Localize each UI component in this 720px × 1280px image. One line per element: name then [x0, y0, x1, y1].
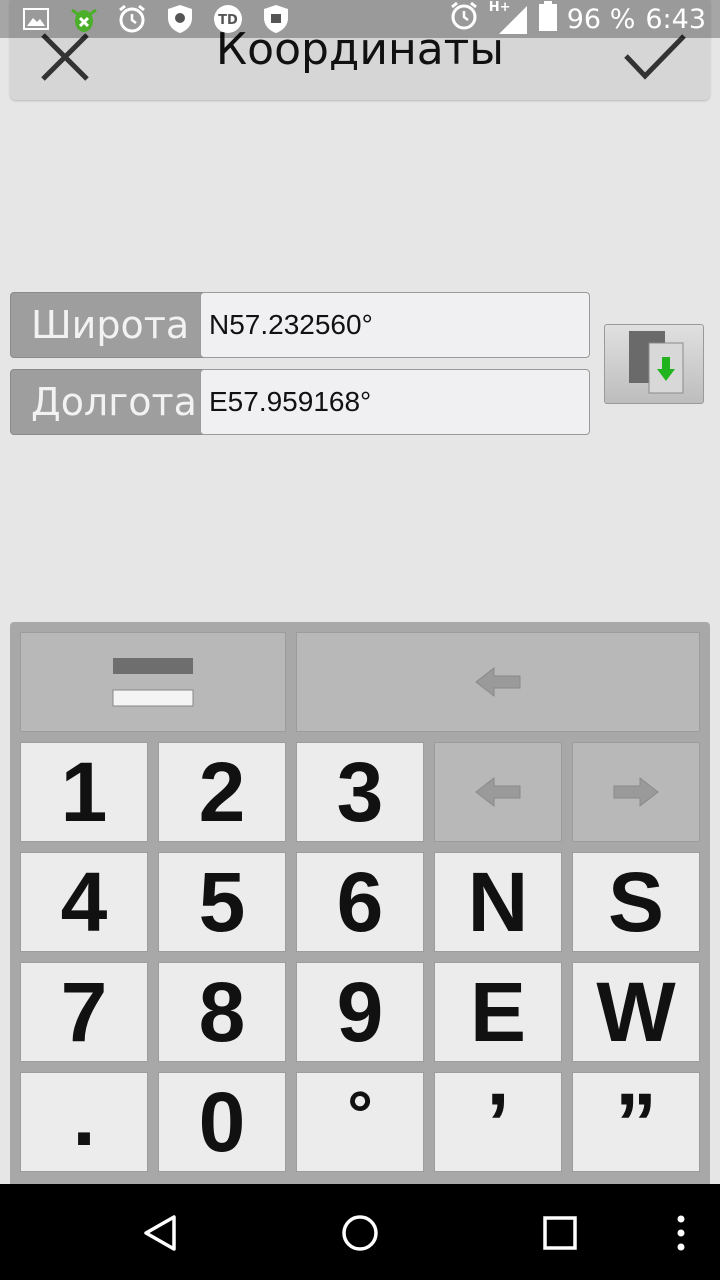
key-dot[interactable]: .: [20, 1069, 148, 1172]
cursor-right-key[interactable]: [572, 742, 700, 842]
home-icon: [342, 1215, 378, 1251]
longitude-input[interactable]: E57.959168°: [200, 369, 590, 435]
image-icon: [20, 3, 52, 35]
key-5[interactable]: 5: [158, 852, 286, 952]
cursor-left-key[interactable]: [434, 742, 562, 842]
battery-icon: [538, 0, 557, 38]
cursor-right-icon: [613, 776, 659, 808]
key-3[interactable]: 3: [296, 742, 424, 842]
key-4[interactable]: 4: [20, 852, 148, 952]
key-6[interactable]: 6: [296, 852, 424, 952]
key-2[interactable]: 2: [158, 742, 286, 842]
key-n[interactable]: N: [434, 852, 562, 952]
recents-button[interactable]: [535, 1208, 585, 1258]
key-9[interactable]: 9: [296, 962, 424, 1062]
clock: 6:43: [645, 3, 706, 35]
alarm-icon: [116, 3, 148, 35]
key-second[interactable]: ”: [572, 1072, 700, 1172]
back-button[interactable]: [136, 1208, 186, 1258]
key-8[interactable]: 8: [158, 962, 286, 1062]
longitude-row: Долгота E57.959168°: [10, 369, 590, 435]
switch-line-icon: [112, 658, 194, 707]
cursor-left-icon: [475, 776, 521, 808]
paste-icon: [629, 331, 684, 394]
shield-icon: [164, 3, 196, 35]
latitude-input[interactable]: N57.232560°: [200, 292, 590, 358]
home-button[interactable]: [335, 1208, 385, 1258]
key-1[interactable]: 1: [20, 742, 148, 842]
paste-button[interactable]: [604, 324, 704, 404]
status-bar: TD H+ 96 % 6:43: [0, 0, 720, 38]
menu-icon: [677, 1215, 685, 1251]
bug-icon: [68, 3, 100, 35]
key-e[interactable]: E: [434, 962, 562, 1062]
recents-icon: [543, 1216, 577, 1250]
keypad: 1 2 3 4 5 6 N S 7 8 9 E W . 0 ° ’ ”: [10, 622, 710, 1184]
latitude-row: Широта N57.232560°: [10, 292, 590, 358]
key-minute[interactable]: ’: [434, 1072, 562, 1172]
check-icon: [624, 34, 686, 80]
longitude-label: Долгота: [10, 369, 210, 435]
key-degree[interactable]: °: [296, 1072, 424, 1172]
back-icon: [144, 1215, 176, 1251]
svg-text:TD: TD: [218, 13, 238, 28]
key-w[interactable]: W: [572, 962, 700, 1062]
battery-percent: 96 %: [566, 3, 636, 35]
td-icon: TD: [212, 3, 244, 35]
backspace-icon: [475, 666, 521, 698]
signal-icon: H+: [489, 0, 529, 36]
switch-field-key[interactable]: [20, 632, 286, 732]
key-0[interactable]: 0: [158, 1072, 286, 1172]
shield-check-icon: [260, 3, 292, 35]
menu-button[interactable]: [656, 1208, 706, 1258]
alarm-icon: [449, 1, 479, 38]
key-7[interactable]: 7: [20, 962, 148, 1062]
navigation-bar: [0, 1184, 720, 1280]
key-s[interactable]: S: [572, 852, 700, 952]
latitude-label: Широта: [10, 292, 210, 358]
backspace-key[interactable]: [296, 632, 700, 732]
